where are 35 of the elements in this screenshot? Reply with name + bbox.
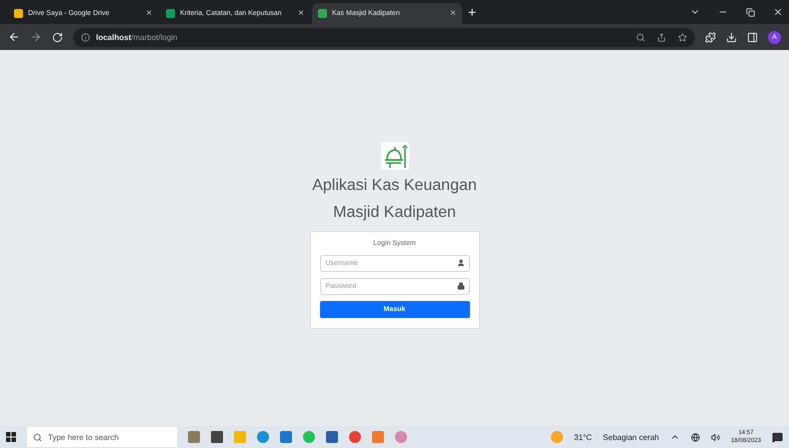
weather-icon <box>551 431 564 443</box>
close-tab-button[interactable]: × <box>146 8 152 19</box>
globe-icon[interactable] <box>690 432 700 442</box>
star-icon[interactable] <box>678 32 687 42</box>
address-bar[interactable]: localhost/marbot/login <box>73 28 695 46</box>
download-icon[interactable] <box>726 32 737 42</box>
app-subtitle: Masjid Kadipaten <box>333 203 456 223</box>
reload-icon[interactable] <box>52 32 63 42</box>
info-icon[interactable] <box>81 32 90 42</box>
side-panel-icon[interactable] <box>747 32 758 42</box>
app-title: Aplikasi Kas Keuangan <box>312 176 477 196</box>
user-icon <box>456 259 464 267</box>
close-tab-button[interactable]: × <box>450 8 456 19</box>
close-tab-button[interactable]: × <box>298 8 304 19</box>
new-tab-button[interactable]: + <box>468 4 476 20</box>
taskbar-search-field[interactable]: Type here to search <box>27 427 177 447</box>
forward-icon[interactable] <box>30 31 42 43</box>
share-icon[interactable] <box>657 32 666 42</box>
search-icon <box>33 432 42 442</box>
temperature-text: 31°C <box>574 432 592 442</box>
volume-icon[interactable] <box>710 432 720 442</box>
back-icon[interactable] <box>8 31 20 43</box>
favicon-icon <box>14 9 23 18</box>
restore-icon[interactable] <box>746 8 755 16</box>
favicon-icon <box>166 9 175 18</box>
taskbar-app-icon[interactable] <box>349 431 361 443</box>
search-icon[interactable] <box>636 32 645 42</box>
weather-condition: Sebagian cerah <box>602 432 659 442</box>
favicon-icon <box>318 9 327 18</box>
lock-icon <box>456 282 464 290</box>
close-icon[interactable] <box>773 7 783 17</box>
windows-start-icon[interactable] <box>6 432 16 442</box>
puzzle-icon[interactable] <box>705 32 716 42</box>
notification-icon[interactable] <box>772 432 783 442</box>
taskbar-app-icon[interactable] <box>257 431 269 443</box>
